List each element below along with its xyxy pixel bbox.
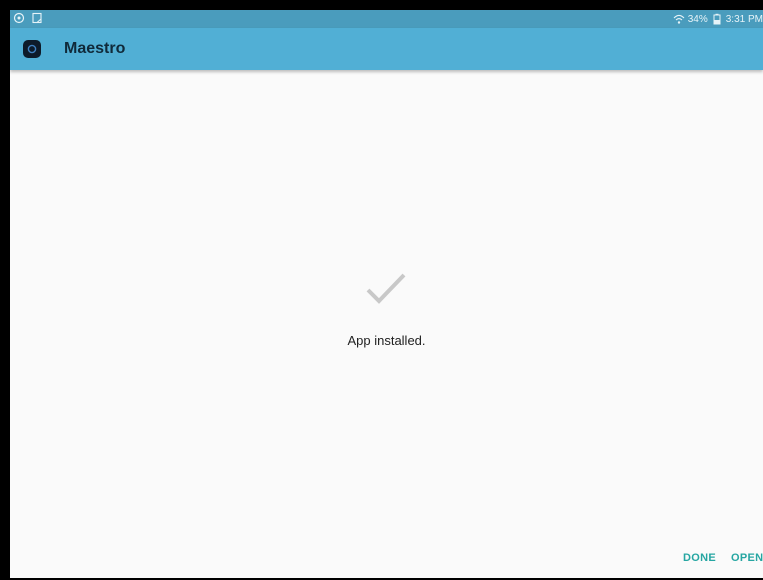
done-button[interactable]: DONE <box>683 552 716 564</box>
open-button[interactable]: OPEN <box>731 552 763 564</box>
clock: 3:31 PM <box>725 13 763 25</box>
screenshot-icon <box>31 12 43 24</box>
wifi-icon <box>673 13 685 25</box>
sync-icon <box>13 12 25 24</box>
battery-percent: 34% <box>687 13 708 25</box>
install-result-panel: App installed. DONE OPEN <box>10 70 763 578</box>
status-bar: 34% 3:31 PM <box>10 10 763 28</box>
battery-icon <box>711 13 723 25</box>
app-bar: Maestro <box>10 28 763 70</box>
checkmark-icon <box>364 268 408 312</box>
status-left <box>13 12 43 24</box>
maestro-app-icon <box>23 40 41 58</box>
status-right: 34% 3:31 PM <box>673 13 763 25</box>
app-title: Maestro <box>64 40 126 57</box>
install-status-message: App installed. <box>347 333 426 348</box>
device-screen: 34% 3:31 PM Maestro App installed. DONE … <box>0 0 763 580</box>
